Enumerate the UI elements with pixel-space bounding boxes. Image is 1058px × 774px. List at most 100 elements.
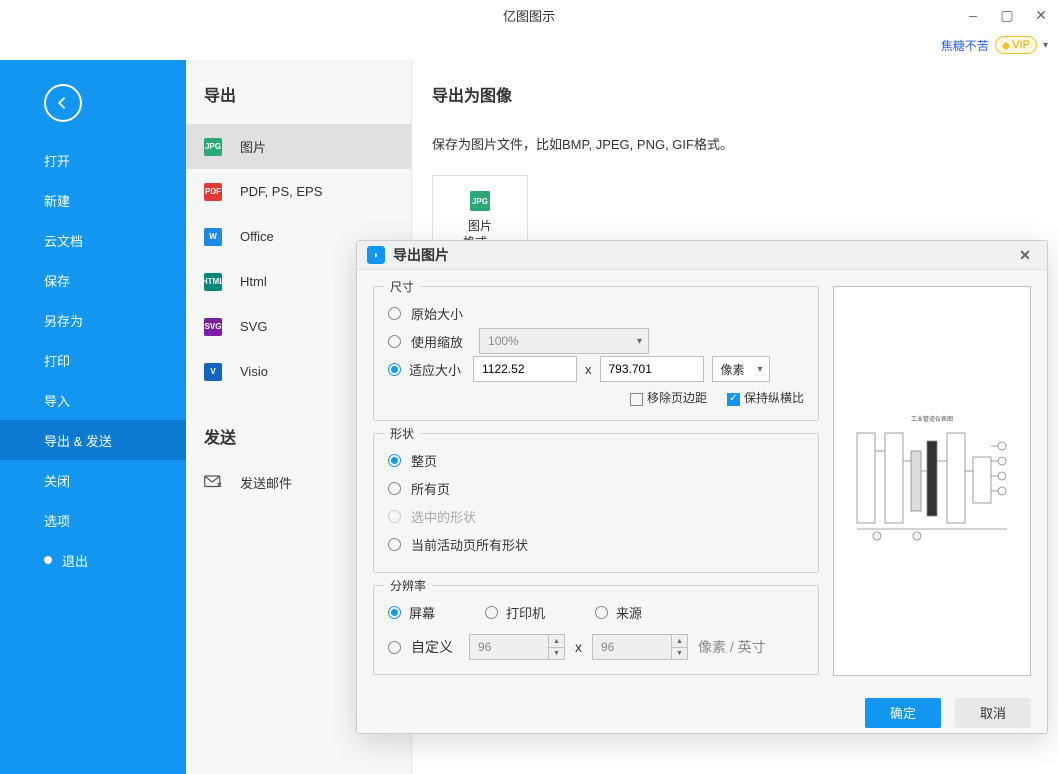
sidebar-label: 打开 (44, 151, 70, 170)
sidebar-item-save[interactable]: 保存 (0, 260, 186, 300)
svg-icon: SVG (204, 318, 222, 336)
html-icon: HTML (204, 273, 222, 291)
resolution-legend: 分辨率 (384, 577, 432, 594)
export-item-label: Office (240, 229, 274, 244)
vip-label: VIP (1012, 39, 1030, 51)
pdf-icon: PDF (204, 183, 222, 201)
sidebar-label: 打印 (44, 351, 70, 370)
panel-title: 导出为图像 (432, 82, 1038, 106)
sidebar-label: 保存 (44, 271, 70, 290)
user-bar: 焦糖不苦 ◆ VIP ▾ (0, 30, 1058, 60)
radio-label: 原始大小 (411, 304, 463, 323)
dialog-close-button[interactable]: ✕ (1013, 247, 1037, 264)
dpi-x-spinner[interactable]: ▲▼ (548, 635, 564, 659)
dialog-app-icon: ◗ (367, 246, 385, 264)
panel-description: 保存为图片文件，比如BMP, JPEG, PNG, GIF格式。 (432, 134, 1038, 153)
user-menu-caret-icon[interactable]: ▾ (1043, 40, 1048, 51)
jpg-icon: JPG (204, 138, 222, 156)
exit-dot-icon (44, 556, 52, 564)
sidebar-label: 导入 (44, 391, 70, 410)
sidebar-label: 导出 & 发送 (44, 431, 112, 450)
radio-printer[interactable] (485, 606, 498, 619)
minimize-button[interactable]: – (956, 0, 990, 30)
sidebar-item-close[interactable]: 关闭 (0, 460, 186, 500)
dialog-titlebar: ◗ 导出图片 ✕ (357, 241, 1047, 270)
sidebar-label: 关闭 (44, 471, 70, 490)
radio-fit-size[interactable] (388, 363, 401, 376)
height-input[interactable] (600, 356, 704, 382)
size-fieldset: 尺寸 原始大小 使用缩放 100% 适应大小 x 像素 (373, 286, 819, 421)
size-legend: 尺寸 (384, 278, 420, 295)
radio-screen[interactable] (388, 606, 401, 619)
sidebar-item-new[interactable]: 新建 (0, 180, 186, 220)
app-title: 亿图图示 (503, 6, 555, 25)
close-button[interactable]: ✕ (1024, 0, 1058, 30)
radio-current-page-shapes[interactable] (388, 538, 401, 551)
radio-label: 当前活动页所有形状 (411, 535, 528, 554)
radio-selected-shapes (388, 510, 401, 523)
sidebar-item-cloud[interactable]: 云文档 (0, 220, 186, 260)
sidebar-item-open[interactable]: 打开 (0, 140, 186, 180)
scale-select[interactable]: 100% (479, 328, 649, 354)
export-item-label: Visio (240, 364, 268, 379)
export-item-label: PDF, PS, EPS (240, 184, 322, 199)
title-bar: 亿图图示 – ▢ ✕ (0, 0, 1058, 30)
window-controls: – ▢ ✕ (956, 0, 1058, 30)
unit-select[interactable]: 像素 (712, 356, 770, 382)
svg-text:工业管道仪表图: 工业管道仪表图 (911, 415, 953, 423)
shape-legend: 形状 (384, 425, 420, 442)
office-icon: W (204, 228, 222, 246)
maximize-button[interactable]: ▢ (990, 0, 1024, 30)
radio-label: 选中的形状 (411, 507, 476, 526)
ok-button[interactable]: 确定 (865, 698, 941, 728)
checkbox-keep-ratio[interactable]: ✓保持纵横比 (727, 389, 804, 406)
sidebar: 打开 新建 云文档 保存 另存为 打印 导入 导出 & 发送 关闭 选项 退出 (0, 60, 186, 774)
radio-use-scale[interactable] (388, 335, 401, 348)
visio-icon: V (204, 363, 222, 381)
radio-label: 屏幕 (409, 603, 435, 622)
sidebar-item-export-send[interactable]: 导出 & 发送 (0, 420, 186, 460)
export-item-label: Html (240, 274, 267, 289)
radio-label: 适应大小 (409, 360, 465, 379)
export-item-label: SVG (240, 319, 267, 334)
export-heading: 导出 (186, 60, 411, 124)
sidebar-item-exit[interactable]: 退出 (0, 540, 186, 580)
radio-full-page[interactable] (388, 454, 401, 467)
shape-fieldset: 形状 整页 所有页 选中的形状 当前活动页所有形状 (373, 433, 819, 573)
width-input[interactable] (473, 356, 577, 382)
vip-badge[interactable]: ◆ VIP (995, 36, 1037, 54)
back-button[interactable] (44, 84, 82, 122)
sidebar-item-import[interactable]: 导入 (0, 380, 186, 420)
radio-all-pages[interactable] (388, 482, 401, 495)
dialog-title: 导出图片 (393, 245, 449, 265)
cancel-button[interactable]: 取消 (955, 698, 1031, 728)
radio-label: 来源 (616, 603, 642, 622)
sidebar-item-saveas[interactable]: 另存为 (0, 300, 186, 340)
sidebar-label: 云文档 (44, 231, 83, 250)
sidebar-item-print[interactable]: 打印 (0, 340, 186, 380)
diamond-icon: ◆ (1002, 39, 1010, 52)
radio-label: 使用缩放 (411, 332, 463, 351)
x-separator: x (575, 639, 582, 655)
export-item-label: 图片 (240, 137, 266, 156)
checkbox-remove-margin[interactable]: 移除页边距 (630, 389, 707, 406)
export-item-pdf[interactable]: PDF PDF, PS, EPS (186, 169, 411, 214)
jpg-icon: JPG (470, 191, 490, 211)
radio-custom[interactable] (388, 641, 401, 654)
dpi-y-spinner[interactable]: ▲▼ (671, 635, 687, 659)
radio-source[interactable] (595, 606, 608, 619)
radio-label: 所有页 (411, 479, 450, 498)
export-image-dialog: ◗ 导出图片 ✕ 尺寸 原始大小 使用缩放 100% 适应大小 (356, 240, 1048, 734)
sidebar-item-options[interactable]: 选项 (0, 500, 186, 540)
dpi-unit-label: 像素 / 英寸 (698, 637, 766, 657)
user-name[interactable]: 焦糖不苦 (941, 37, 989, 54)
x-separator: x (585, 362, 592, 377)
send-item-label: 发送邮件 (240, 473, 292, 492)
sidebar-label: 另存为 (44, 311, 83, 330)
export-item-image[interactable]: JPG 图片 (186, 124, 411, 169)
preview-diagram-icon: 工业管道仪表图 (847, 411, 1017, 551)
radio-original-size[interactable] (388, 307, 401, 320)
dialog-footer: 确定 取消 (357, 692, 1047, 733)
radio-label: 打印机 (506, 603, 545, 622)
resolution-fieldset: 分辨率 屏幕 打印机 来源 自定义 ▲▼ x ▲▼ 像素 / 英寸 (373, 585, 819, 675)
